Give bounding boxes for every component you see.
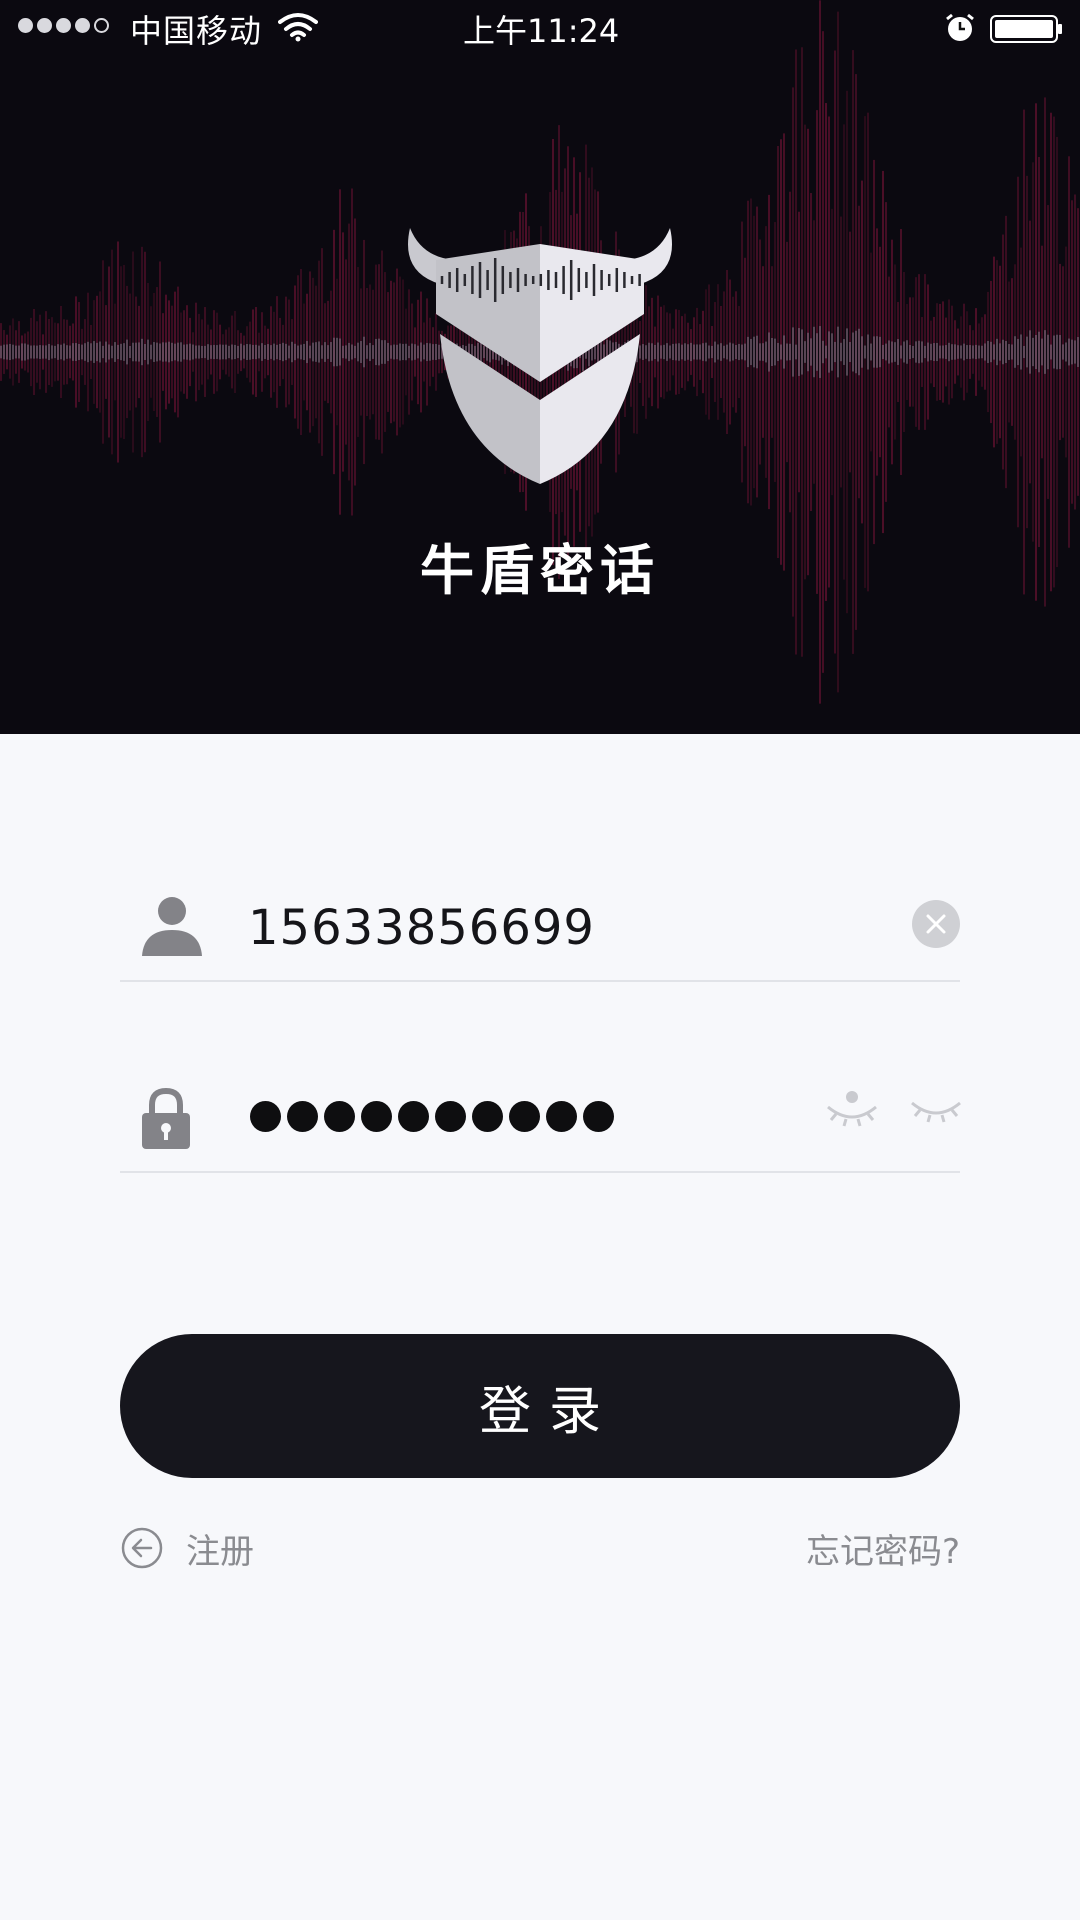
username-field[interactable]: 15633856699 xyxy=(120,880,960,982)
login-button[interactable]: 登录 xyxy=(120,1334,960,1478)
password-mask-dot xyxy=(250,1101,281,1132)
password-mask-dot xyxy=(472,1101,503,1132)
battery-icon xyxy=(990,15,1062,43)
password-mask-dot xyxy=(435,1101,466,1132)
signal-strength-icon xyxy=(18,18,109,33)
clear-icon[interactable] xyxy=(912,900,960,948)
password-mask-dot xyxy=(583,1101,614,1132)
alarm-icon xyxy=(946,13,974,41)
password-input[interactable] xyxy=(250,1101,614,1132)
hero-banner: 中国移动 上午11:24 牛盾密话 xyxy=(0,0,1080,734)
username-input[interactable]: 15633856699 xyxy=(248,900,595,956)
eye-closed-icon[interactable] xyxy=(910,1097,962,1127)
carrier-name: 中国移动 xyxy=(130,12,263,50)
password-mask-dot xyxy=(361,1101,392,1132)
password-mask-dot xyxy=(398,1101,429,1132)
forgot-password-link[interactable]: 忘记密码? xyxy=(806,1524,960,1573)
wifi-icon xyxy=(278,13,318,42)
register-link[interactable]: 注册 xyxy=(120,1526,254,1572)
app-name: 牛盾密话 xyxy=(420,539,660,602)
password-field[interactable] xyxy=(120,1071,962,1173)
user-icon xyxy=(142,897,202,956)
bull-shield-logo xyxy=(408,228,672,484)
clock: 上午11:24 xyxy=(463,12,620,50)
password-mask-dot xyxy=(546,1101,577,1132)
status-bar: 中国移动 上午11:24 xyxy=(0,0,1080,58)
eye-open-icon[interactable] xyxy=(826,1089,878,1129)
password-mask-dot xyxy=(324,1101,355,1132)
password-mask-dot xyxy=(287,1101,318,1132)
back-arrow-icon xyxy=(121,1527,163,1569)
register-label: 注册 xyxy=(186,1531,254,1572)
lock-icon xyxy=(142,1087,190,1149)
password-mask-dot xyxy=(509,1101,540,1132)
